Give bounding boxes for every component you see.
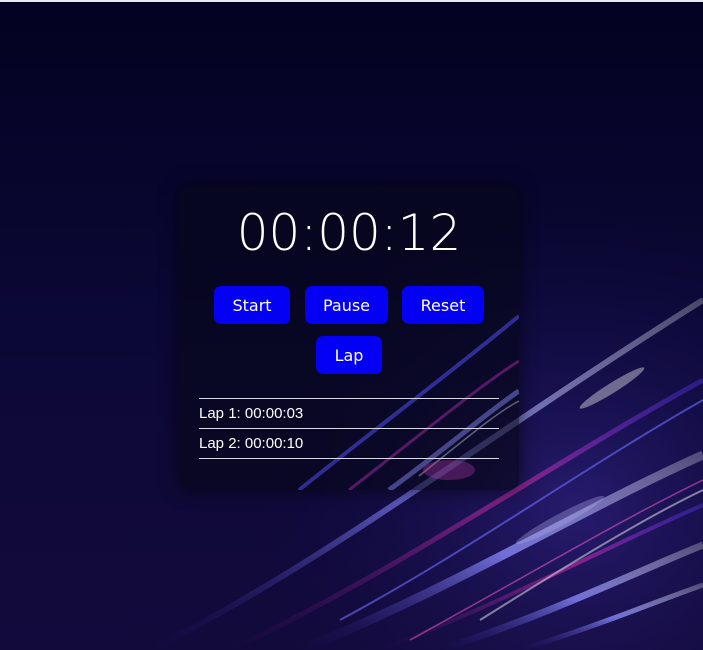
stopwatch-card: 00:00:12 Start Pause Reset Lap Lap 1: 00… bbox=[179, 186, 519, 490]
lap-list: Lap 1: 00:00:03 Lap 2: 00:00:10 bbox=[199, 398, 499, 459]
elapsed-time-display: 00:00:12 bbox=[236, 204, 462, 262]
pause-button[interactable]: Pause bbox=[305, 286, 388, 324]
lap-item: Lap 2: 00:00:10 bbox=[199, 429, 499, 459]
lap-item: Lap 1: 00:00:03 bbox=[199, 399, 499, 429]
top-border bbox=[0, 0, 703, 2]
start-button[interactable]: Start bbox=[214, 286, 290, 324]
reset-button[interactable]: Reset bbox=[402, 286, 484, 324]
lap-button[interactable]: Lap bbox=[316, 336, 382, 374]
